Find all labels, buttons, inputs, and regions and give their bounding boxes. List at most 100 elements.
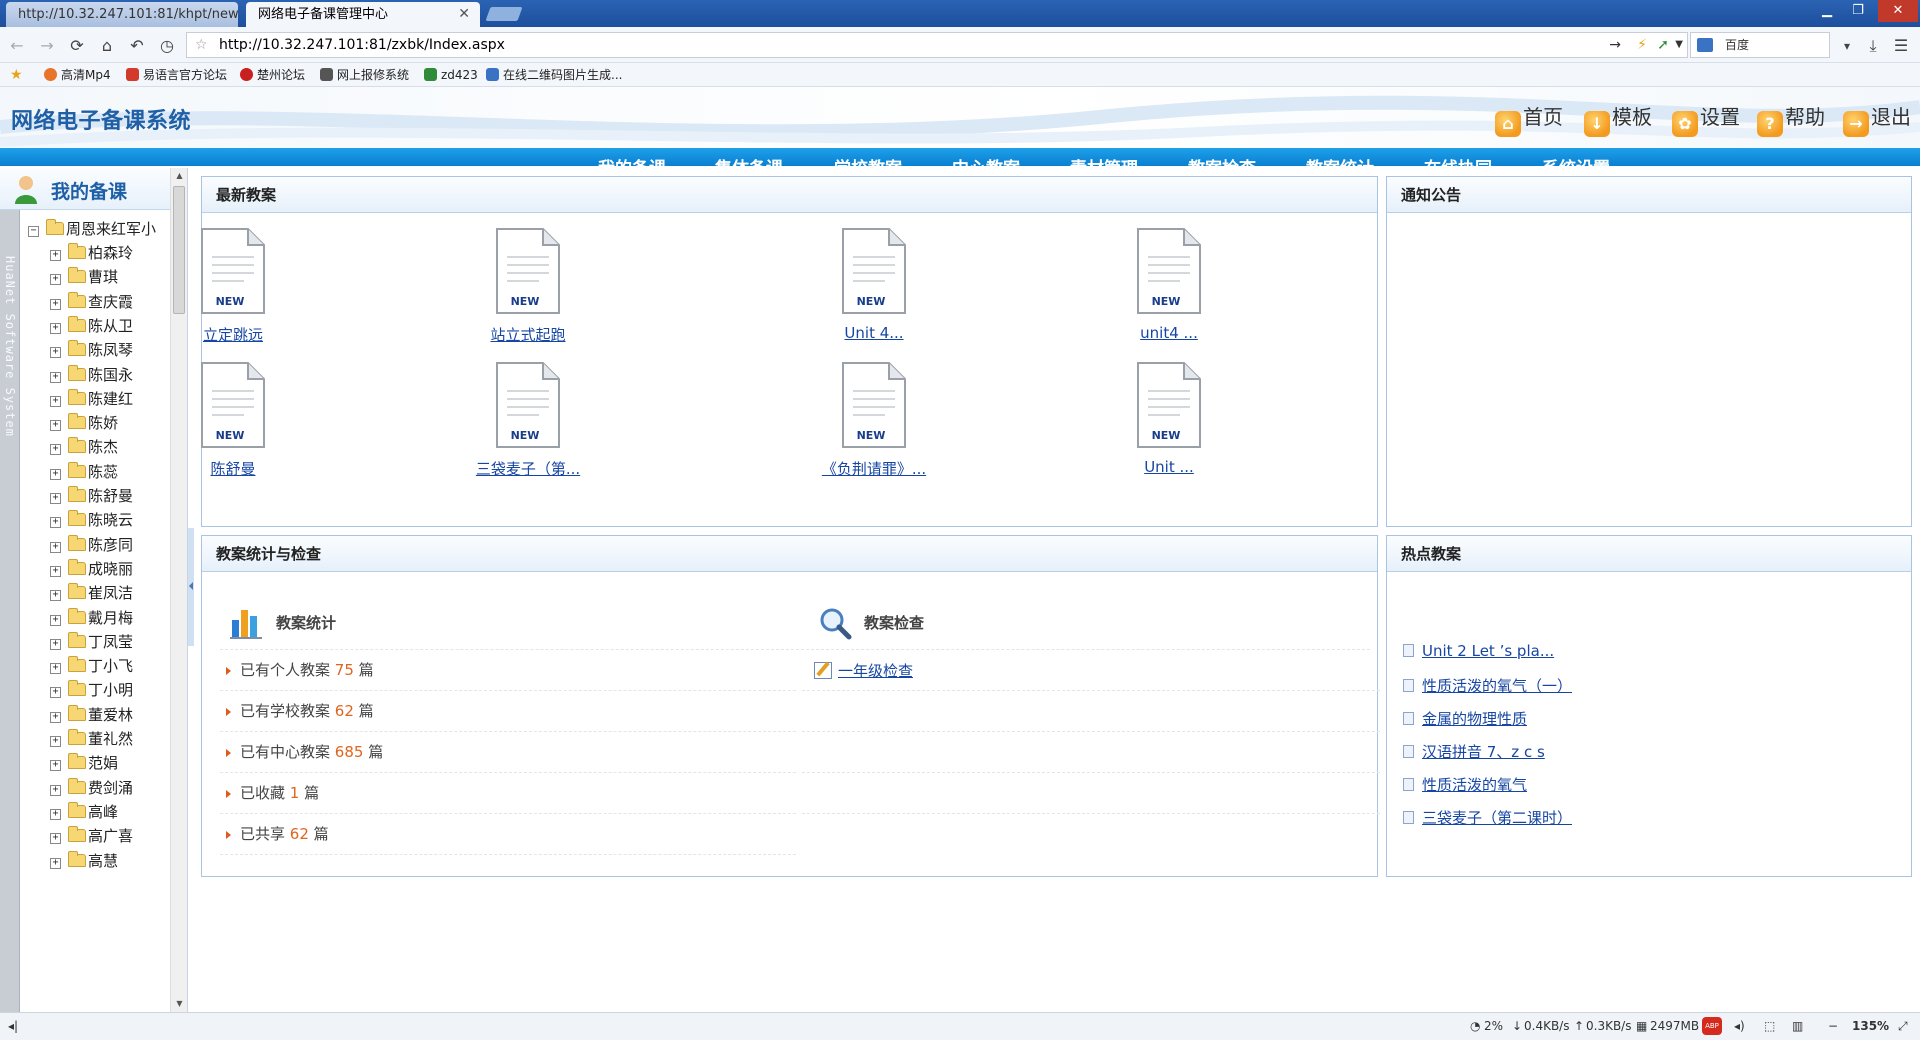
- tree-item[interactable]: + 丁小飞: [50, 655, 133, 677]
- lesson-plan-link[interactable]: 三袋麦子（第...: [476, 458, 580, 479]
- expand-icon[interactable]: +: [50, 298, 61, 310]
- expand-icon[interactable]: +: [50, 687, 61, 699]
- bookmark-item[interactable]: zd423: [424, 66, 478, 84]
- tree-item[interactable]: + 成晓丽: [50, 558, 133, 580]
- hot-plan-item[interactable]: 性质活泼的氧气（一）: [1403, 675, 1572, 699]
- hot-plan-item[interactable]: 汉语拼音 7、z c s: [1403, 741, 1545, 765]
- expand-icon[interactable]: +: [50, 590, 61, 602]
- menu-center-plans[interactable]: 中心教案: [952, 154, 1020, 166]
- expand-icon[interactable]: +: [50, 541, 61, 553]
- lesson-plan-link[interactable]: 《负荆请罪》...: [822, 458, 926, 479]
- expand-icon[interactable]: +: [50, 493, 61, 504]
- hot-plan-link[interactable]: 金属的物理性质: [1422, 710, 1527, 728]
- tree-item[interactable]: + 陈建红: [50, 388, 133, 410]
- hot-plan-item[interactable]: 三袋麦子（第二课时）: [1403, 807, 1572, 831]
- collapse-icon[interactable]: −: [28, 226, 39, 237]
- menu-school-plans[interactable]: 学校教案: [834, 154, 902, 166]
- tree-item[interactable]: + 陈晓云: [50, 509, 133, 531]
- close-window-icon[interactable]: ✕: [1878, 0, 1918, 22]
- bookmark-item[interactable]: 在线二维码图片生成...: [486, 66, 622, 84]
- lightning-icon[interactable]: ⚡: [1637, 33, 1647, 57]
- expand-icon[interactable]: +: [50, 517, 61, 529]
- fullscreen-icon[interactable]: ⤢: [1898, 1019, 1908, 1034]
- restore-icon[interactable]: ❐: [1843, 0, 1873, 22]
- grade-check-link[interactable]: 一年级检查: [838, 660, 913, 681]
- browser-menu-icon[interactable]: ☰: [1890, 35, 1912, 57]
- adblock-icon[interactable]: ABP: [1702, 1017, 1722, 1035]
- hot-plan-link[interactable]: 性质活泼的氧气: [1422, 776, 1527, 794]
- expand-icon[interactable]: +: [50, 444, 61, 456]
- lesson-plan-link[interactable]: unit4 ...: [1140, 324, 1198, 342]
- expand-icon[interactable]: +: [50, 638, 61, 650]
- browser-tab[interactable]: http://10.32.247.101:81/khpt/newsoftli..…: [6, 2, 238, 27]
- search-box[interactable]: 百度: [1690, 32, 1830, 58]
- lesson-plan-link[interactable]: 陈舒曼: [210, 458, 255, 479]
- tree-item[interactable]: + 陈从卫: [50, 315, 133, 337]
- lesson-plan-item[interactable]: NEW unit4 ...: [1079, 227, 1259, 342]
- bookmark-item[interactable]: 网上报修系统: [320, 66, 409, 84]
- expand-icon[interactable]: +: [50, 663, 61, 675]
- tree-item[interactable]: + 陈凤琴: [50, 339, 133, 361]
- lesson-plan-link[interactable]: 立定跳远: [203, 324, 263, 345]
- go-icon[interactable]: →: [1609, 33, 1621, 57]
- undo-icon[interactable]: ↶: [126, 35, 148, 57]
- lesson-plan-item[interactable]: NEW Unit 4...: [784, 227, 964, 342]
- tree-item[interactable]: + 陈蕊: [50, 461, 118, 483]
- hot-plan-item[interactable]: 金属的物理性质: [1403, 708, 1527, 732]
- sound-icon[interactable]: ◂|: [8, 1019, 18, 1033]
- minimize-icon[interactable]: ▁: [1812, 0, 1842, 22]
- tree-item[interactable]: + 高峰: [50, 801, 118, 823]
- home-browser-icon[interactable]: ⌂: [96, 35, 118, 57]
- tree-item[interactable]: + 陈杰: [50, 436, 118, 458]
- hot-plan-item[interactable]: Unit 2 Let ’s pla...: [1403, 642, 1554, 666]
- lesson-plan-item[interactable]: NEW 站立式起跑: [438, 227, 618, 345]
- tree-item[interactable]: + 崔凤洁: [50, 582, 133, 604]
- hot-plan-item[interactable]: 性质活泼的氧气: [1403, 774, 1527, 798]
- tree-item[interactable]: + 高慧: [50, 850, 118, 872]
- menu-dropdown-icon[interactable]: ▾: [1836, 35, 1858, 57]
- back-icon[interactable]: ←: [6, 35, 28, 57]
- help-link[interactable]: ? 帮助: [1757, 101, 1825, 137]
- expand-icon[interactable]: +: [50, 833, 61, 845]
- tree-item[interactable]: + 董爱林: [50, 704, 133, 726]
- expand-icon[interactable]: +: [50, 711, 61, 723]
- scroll-down-icon[interactable]: ▼: [171, 996, 188, 1012]
- menu-system-settings[interactable]: 系统设置: [1542, 154, 1610, 166]
- lesson-plan-link[interactable]: 站立式起跑: [490, 324, 565, 345]
- lesson-plan-link[interactable]: Unit ...: [1144, 458, 1194, 476]
- bookmark-item[interactable]: 易语言官方论坛: [126, 66, 227, 84]
- tree-item[interactable]: + 陈娇: [50, 412, 118, 434]
- dropdown-icon[interactable]: ▼: [1675, 33, 1683, 57]
- expand-icon[interactable]: +: [50, 371, 61, 383]
- tree-item[interactable]: + 范娟: [50, 752, 118, 774]
- lesson-plan-link[interactable]: Unit 4...: [844, 324, 903, 342]
- menu-plan-check[interactable]: 教案检查: [1188, 154, 1256, 166]
- lesson-plan-item[interactable]: NEW 《负荆请罪》...: [784, 361, 964, 479]
- menu-materials[interactable]: 素材管理: [1070, 154, 1138, 166]
- tree-item[interactable]: + 陈国永: [50, 364, 133, 386]
- history-icon[interactable]: ◷: [156, 35, 178, 57]
- zoom-level[interactable]: 135%: [1852, 1019, 1889, 1033]
- expand-icon[interactable]: +: [50, 760, 61, 772]
- browser-tab-active[interactable]: 网络电子备课管理中心 ✕: [246, 2, 480, 27]
- expand-icon[interactable]: +: [50, 274, 61, 286]
- expand-icon[interactable]: +: [50, 250, 61, 261]
- tree-item[interactable]: + 曹琪: [50, 266, 118, 288]
- collapse-sidebar-handle[interactable]: [188, 528, 194, 646]
- hot-plan-link[interactable]: 汉语拼音 7、z c s: [1422, 743, 1545, 761]
- tree-item[interactable]: + 查庆霞: [50, 291, 133, 313]
- bookmark-star-icon[interactable]: ☆: [195, 33, 208, 57]
- settings-link[interactable]: ✿ 设置: [1672, 101, 1740, 137]
- exit-link[interactable]: → 退出: [1843, 101, 1911, 137]
- home-link[interactable]: ⌂ 首页: [1495, 101, 1563, 137]
- expand-icon[interactable]: +: [50, 420, 61, 432]
- bookmark-item[interactable]: 楚州论坛: [240, 66, 305, 84]
- new-tab-button[interactable]: [485, 7, 523, 21]
- zoom-out-icon[interactable]: −: [1828, 1019, 1838, 1033]
- tree-item[interactable]: + 丁凤莹: [50, 631, 133, 653]
- split-view-icon[interactable]: ▥: [1792, 1019, 1803, 1033]
- expand-icon[interactable]: +: [50, 857, 61, 869]
- tree-item[interactable]: + 董礼然: [50, 728, 133, 750]
- expand-icon[interactable]: +: [50, 565, 61, 577]
- lesson-plan-item[interactable]: NEW 立定跳远: [143, 227, 323, 345]
